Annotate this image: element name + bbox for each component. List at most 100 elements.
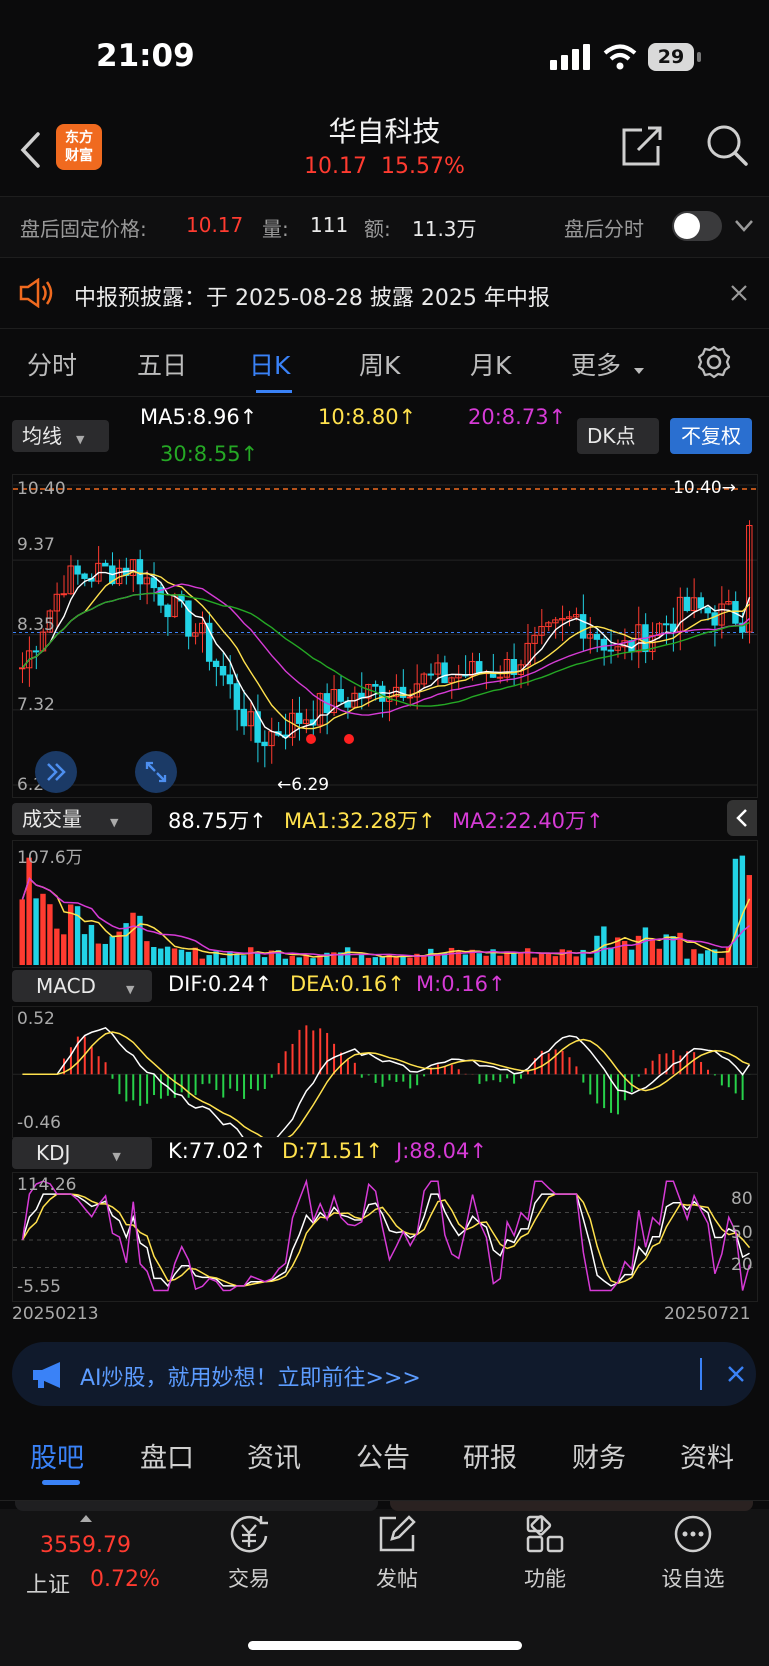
function-button[interactable]: 功能 xyxy=(500,1501,590,1593)
dk-button-label: DK点 xyxy=(587,424,636,448)
tab-monthly-k[interactable]: 月K xyxy=(470,346,511,382)
min-price-label: ←6.29 xyxy=(277,775,330,795)
tab-announcement[interactable]: 公告 xyxy=(356,1436,410,1475)
add-watchlist-button[interactable]: 设自选 xyxy=(648,1501,738,1593)
timeshare-toggle[interactable] xyxy=(672,211,722,241)
volume-bar xyxy=(656,948,662,965)
volume-bar xyxy=(310,958,316,965)
candle-body xyxy=(102,562,109,567)
candle-body xyxy=(19,667,26,670)
tab-weekly-k[interactable]: 周K xyxy=(359,346,400,382)
trade-icon xyxy=(230,1515,268,1553)
candle-body xyxy=(662,623,670,626)
fullscreen-button[interactable] xyxy=(135,751,177,793)
collapse-panel-button[interactable] xyxy=(727,800,757,836)
macd-select[interactable]: MACD ▼ xyxy=(12,970,152,1002)
active-tab-underline xyxy=(42,1480,80,1485)
volume-bar xyxy=(524,948,531,965)
tab-timeshare[interactable]: 分时 xyxy=(27,346,77,382)
candle-body xyxy=(136,559,144,585)
ad-banner[interactable]: AI炒股，就用妙想！立即前往>>> xyxy=(12,1342,756,1406)
kdj-select[interactable]: KDJ ▼ xyxy=(12,1137,152,1169)
tab-profile[interactable]: 资料 xyxy=(680,1436,734,1475)
macd-chart xyxy=(13,1025,757,1148)
volume-bar xyxy=(171,948,178,965)
gear-icon[interactable] xyxy=(696,344,732,380)
chevron-down-icon[interactable] xyxy=(734,219,754,233)
volume-bar xyxy=(234,954,240,965)
close-icon[interactable] xyxy=(726,1364,746,1384)
expand-left-button[interactable] xyxy=(35,751,77,793)
candle-body xyxy=(683,596,691,612)
candle-body xyxy=(704,607,711,614)
volume-ma1-label: MA1:32.28万↑ xyxy=(284,809,436,833)
volume-bar xyxy=(497,955,503,965)
notice-bar[interactable]: 中报预披露：于 2025-08-28 披露 2025 年中报 xyxy=(0,258,769,329)
volume-bar xyxy=(344,947,351,965)
tab-five-day[interactable]: 五日 xyxy=(137,346,187,382)
post-label: 发帖 xyxy=(376,1567,418,1591)
kdj-select-label: KDJ xyxy=(36,1141,71,1165)
index-quote[interactable]: 3559.79 上证 0.72% xyxy=(0,1511,175,1611)
kdj-panel[interactable]: 114.26 -5.55 80 50 20 xyxy=(12,1172,758,1302)
candle-body xyxy=(593,633,601,640)
volume-bar xyxy=(552,956,559,965)
candle-body xyxy=(579,614,587,639)
volume-bar xyxy=(88,924,95,965)
macd-axis-top: 0.52 xyxy=(17,1009,55,1029)
tab-forum[interactable]: 股吧 xyxy=(30,1436,84,1475)
axis-mid2: 8.35 xyxy=(17,615,55,635)
battery-icon: 29 xyxy=(648,43,694,71)
volume-bar xyxy=(164,946,171,965)
tab-daily-k[interactable]: 日K xyxy=(249,346,290,382)
ma-indicator-select[interactable]: 均线 ▼ xyxy=(12,420,109,452)
volume-axis-top: 107.6万 xyxy=(17,848,83,868)
function-label: 功能 xyxy=(524,1567,566,1591)
candle-body xyxy=(600,638,608,651)
volume-select[interactable]: 成交量 ▼ xyxy=(12,803,152,835)
search-icon[interactable] xyxy=(704,122,750,168)
tab-more[interactable]: 更多 xyxy=(571,346,621,382)
macd-panel[interactable]: 0.52 -0.46 xyxy=(12,1006,758,1148)
candle-body xyxy=(219,665,227,676)
close-icon[interactable] xyxy=(730,284,748,302)
candle-body xyxy=(295,712,303,724)
speaker-icon xyxy=(19,278,53,308)
volume-bar xyxy=(178,949,185,965)
volume-bar xyxy=(628,949,635,965)
share-icon[interactable] xyxy=(620,124,664,168)
macd-dif-line xyxy=(22,1026,751,1148)
volume-bar xyxy=(746,875,752,965)
tab-finance[interactable]: 财务 xyxy=(572,1436,626,1475)
volume-bar xyxy=(649,939,656,965)
volume-bar xyxy=(109,936,115,965)
volume-select-label: 成交量 xyxy=(22,807,82,831)
kline-panel[interactable]: 10.40 9.37 8.35 7.32 6.29 10.40→ ←6.29 xyxy=(12,474,758,798)
volume-bar xyxy=(54,928,60,965)
volume-panel[interactable]: 107.6万 xyxy=(12,840,758,968)
kdj-level-80: 80 xyxy=(731,1189,753,1209)
macd-m-label: M:0.16↑ xyxy=(416,972,506,996)
volume-bar xyxy=(407,957,413,965)
candle-body xyxy=(226,674,234,685)
volume-bar xyxy=(282,958,289,965)
amount-value: 11.3万 xyxy=(412,217,477,241)
dk-point-button[interactable]: DK点 xyxy=(577,418,659,454)
post-button[interactable]: 发帖 xyxy=(352,1501,442,1593)
tab-research[interactable]: 研报 xyxy=(463,1436,517,1475)
macd-axis-bottom: -0.46 xyxy=(17,1113,61,1133)
volume-bar xyxy=(192,947,199,965)
candle-body xyxy=(441,662,448,684)
volume-bar xyxy=(718,957,725,965)
fixed-price-label: 盘后固定价格: xyxy=(20,217,147,241)
expand-up-icon xyxy=(80,1515,92,1522)
volume-bar xyxy=(545,953,552,965)
adjust-button[interactable]: 不复权 xyxy=(670,418,752,454)
tab-news[interactable]: 资讯 xyxy=(247,1436,301,1475)
status-time: 21:09 xyxy=(96,38,195,74)
tab-quote[interactable]: 盘口 xyxy=(140,1436,194,1475)
trade-button[interactable]: 交易 xyxy=(204,1501,294,1593)
date-start: 20250213 xyxy=(12,1304,99,1324)
macd-dea-label: DEA:0.16↑ xyxy=(290,972,405,996)
card-edge-left xyxy=(15,1501,378,1511)
